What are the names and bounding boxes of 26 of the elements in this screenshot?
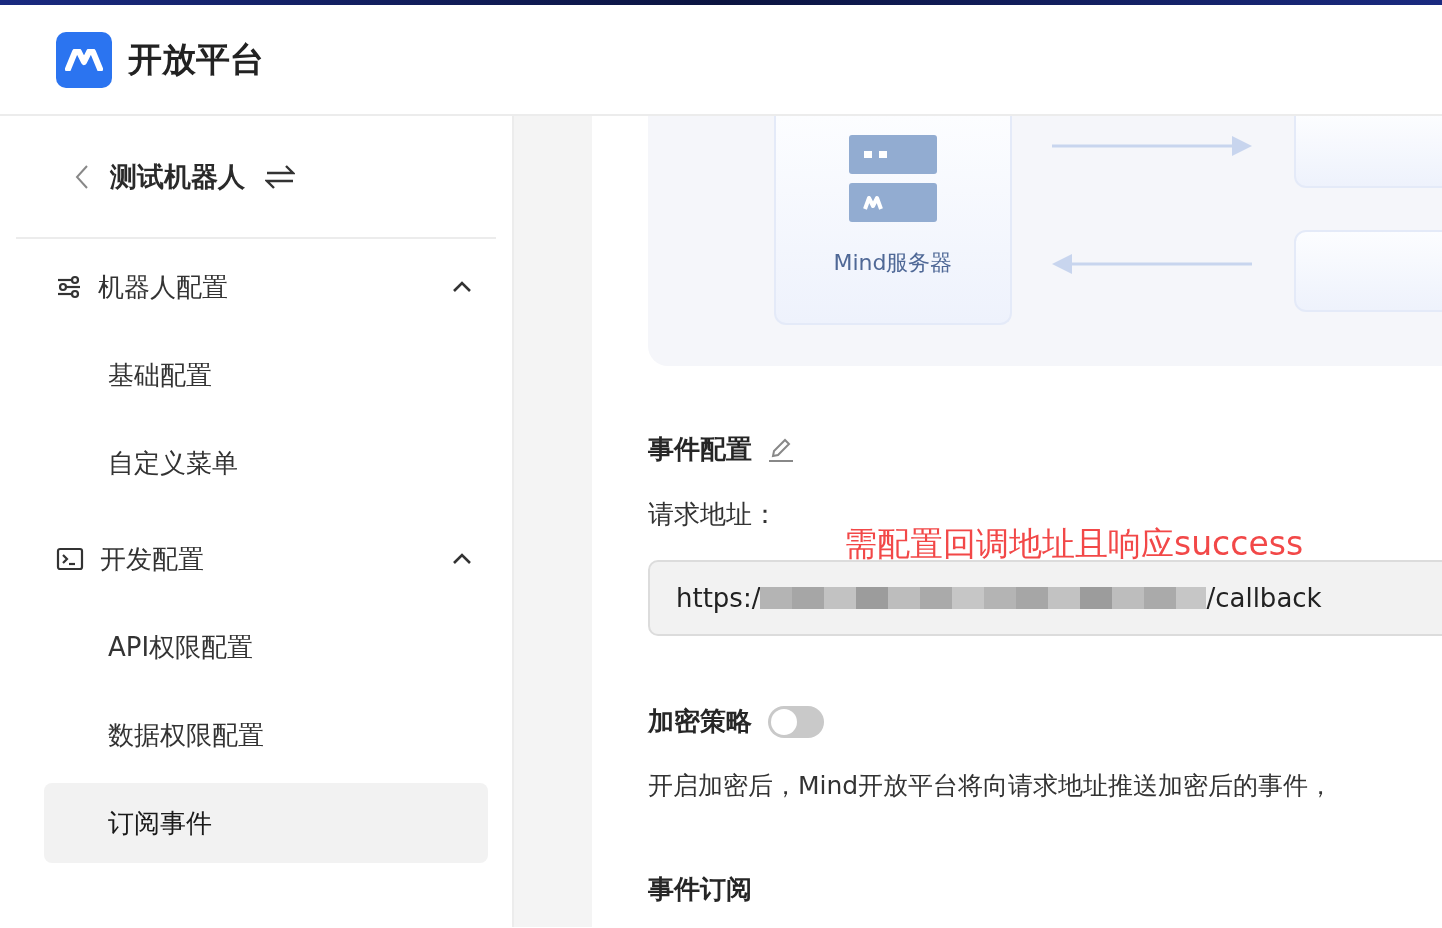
switch-icon[interactable] [265,163,295,190]
menu-group-label[interactable]: 开发配置 [100,541,436,577]
menu-group-label[interactable]: 机器人配置 [98,269,436,305]
terminal-icon [56,547,84,571]
menu-item[interactable]: 订阅事件 [44,783,488,863]
encryption-toggle[interactable] [768,705,824,738]
section-title: 事件订阅 [648,873,752,906]
chevron-icon[interactable] [452,281,472,293]
menu-item[interactable]: 自定义菜单 [44,423,488,503]
server-icon [848,134,938,224]
menu-item[interactable]: API权限配置 [44,607,488,687]
chevron-icon[interactable] [452,553,472,565]
logo-icon [56,31,112,88]
section-title: 加密策略 [648,705,752,738]
section-title: 事件配置 [648,433,752,466]
server-label: Mind服务器 [833,249,953,277]
bot-name: 测试机器人 [110,159,245,194]
back-icon[interactable] [74,163,90,190]
sliders-icon [56,275,82,299]
url-field[interactable]: https:/ /callback [648,560,1442,636]
field-label: 请求地址： [648,498,779,531]
description-text: 开启加密后，Mind开放平台将向请求地址推送加密后的事件， [648,770,1335,802]
menu-item[interactable]: 数据权限配置 [44,695,488,775]
menu-item[interactable]: 基础配置 [44,335,488,415]
edit-icon[interactable] [768,436,794,463]
platform-title: 开放平台 [128,37,264,81]
